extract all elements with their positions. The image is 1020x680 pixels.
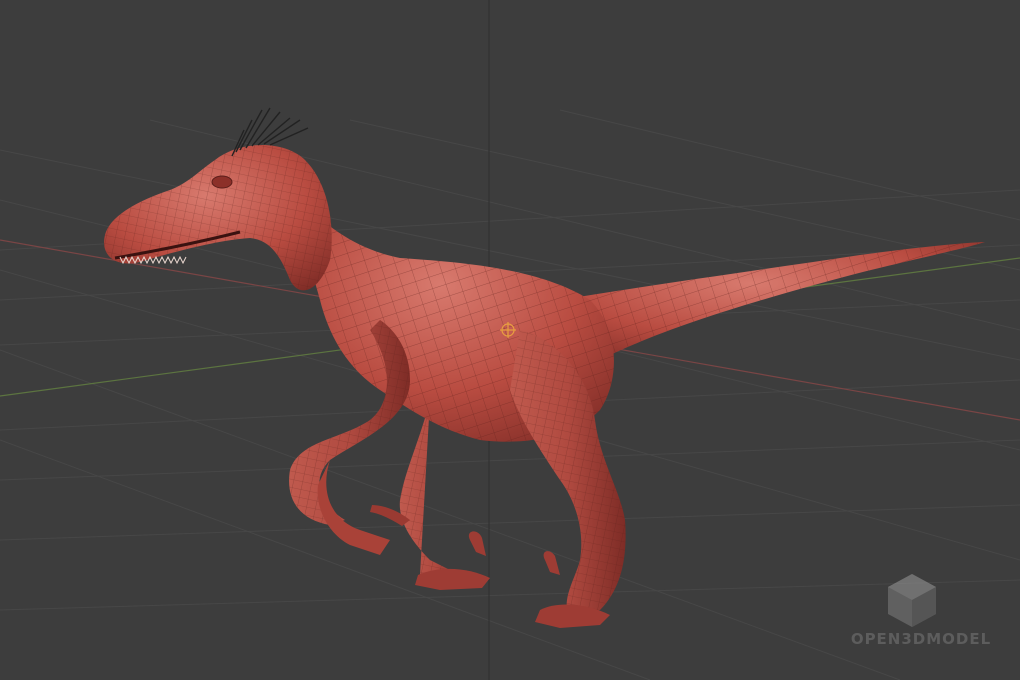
tail: [560, 242, 985, 360]
eye: [211, 175, 233, 189]
3d-viewport[interactable]: OPEN3DMODEL: [0, 0, 1020, 680]
head: [104, 107, 332, 291]
cube-logo-icon: [888, 574, 936, 627]
viewport-canvas[interactable]: [0, 0, 1020, 680]
